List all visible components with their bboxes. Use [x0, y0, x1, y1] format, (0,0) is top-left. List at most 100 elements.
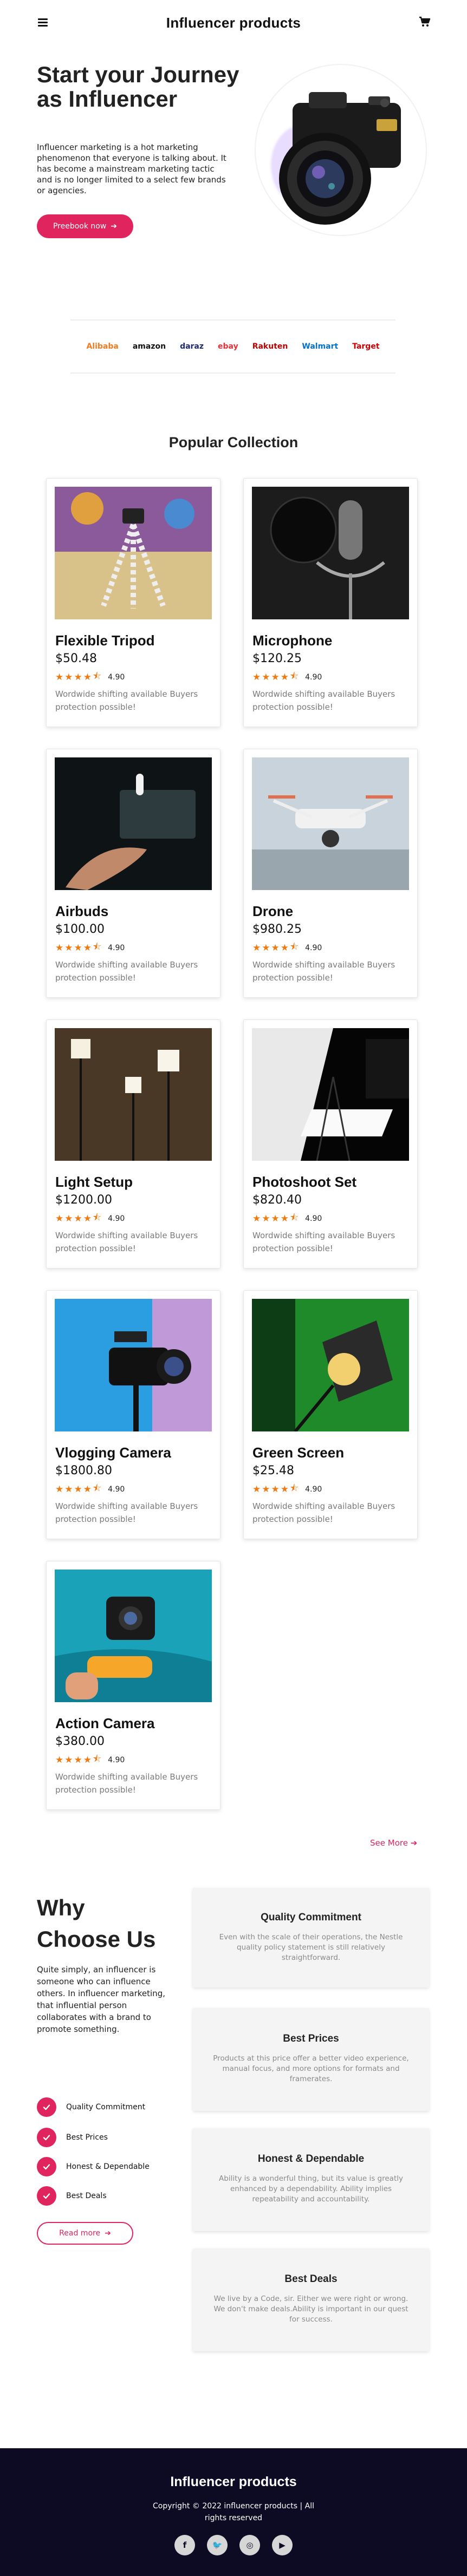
product-rating: ★ ★ ★ ★ ⯪ 4.90	[55, 1211, 125, 1226]
youtube-icon[interactable]: ▶	[272, 2535, 293, 2555]
check-item: Honest & Dependable	[37, 2157, 150, 2176]
instagram-icon[interactable]: ◎	[239, 2535, 260, 2555]
see-more-link[interactable]: See More ➔	[370, 1838, 417, 1848]
star-icon: ★	[64, 1483, 73, 1495]
cart-icon[interactable]	[418, 15, 431, 28]
footer: Influencer products Copyright © 2022 inf…	[0, 2448, 467, 2576]
product-image	[55, 487, 212, 619]
check-circle-icon	[37, 2157, 56, 2176]
menu-icon[interactable]	[38, 18, 48, 27]
star-icon: ★	[271, 1483, 280, 1495]
brand-logo-daraz[interactable]: daraz	[180, 342, 204, 351]
product-name: Microphone	[252, 632, 333, 649]
rating-value: 4.90	[305, 1485, 322, 1494]
product-description: Wordwide shifting available Buyers prote…	[252, 1501, 395, 1524]
star-icon: ★	[252, 1213, 261, 1224]
star-icon: ★	[55, 1754, 64, 1766]
read-more-button[interactable]: Read more ➔	[37, 2222, 133, 2245]
product-name: Drone	[252, 903, 294, 919]
half-star-icon: ⯪	[93, 1754, 102, 1764]
star-icon: ★	[252, 942, 261, 953]
feature-text: Ability is a wonderful thing, but its va…	[219, 2174, 403, 2204]
star-icon: ★	[83, 942, 92, 953]
arrow-right-icon: ➔	[105, 2229, 111, 2238]
star-icon: ★	[64, 1213, 73, 1224]
product-description: Wordwide shifting available Buyers prote…	[55, 1501, 198, 1524]
half-star-icon: ⯪	[93, 942, 102, 952]
product-price: $50.48	[55, 652, 97, 665]
star-icon: ★	[83, 1213, 92, 1224]
site-title[interactable]: Influencer products	[166, 15, 301, 31]
product-card[interactable]: Airbuds $100.00 ★ ★ ★ ★ ⯪ 4.90 Wordwide shifting…	[46, 749, 220, 998]
rating-value: 4.90	[108, 1214, 125, 1223]
product-description: Wordwide shifting available Buyers prote…	[55, 689, 198, 712]
product-price: $380.00	[55, 1735, 105, 1748]
product-card[interactable]: Vlogging Camera $1800.80 ★ ★ ★ ★ ⯪ 4.90 Wordwide…	[46, 1290, 220, 1539]
product-card[interactable]: Light Setup $1200.00 ★ ★ ★ ★ ⯪ 4.90 Wordwide shi…	[46, 1019, 220, 1269]
brand-logo-rakuten[interactable]: Rakuten	[252, 342, 288, 351]
star-icon: ★	[64, 942, 73, 953]
star-icon: ★	[83, 1483, 92, 1495]
product-card[interactable]: Drone $980.25 ★ ★ ★ ★ ⯪ 4.90 Wordwide shifting a…	[243, 749, 418, 998]
half-star-icon: ⯪	[290, 1483, 299, 1494]
product-card[interactable]: Flexible Tripod $50.48 ★ ★ ★ ★ ⯪ 4.90 Wordwide s…	[46, 478, 220, 727]
arrow-right-icon: ➔	[111, 222, 118, 231]
product-description: Wordwide shifting available Buyers prote…	[55, 1231, 198, 1253]
star-icon: ★	[252, 1483, 261, 1495]
star-icon: ★	[74, 1754, 82, 1766]
product-card[interactable]: Photoshoot Set $820.40 ★ ★ ★ ★ ⯪ 4.90 Wordwide s…	[243, 1019, 418, 1269]
product-image	[252, 1299, 409, 1431]
star-icon: ★	[64, 1754, 73, 1766]
product-image	[252, 757, 409, 890]
facebook-icon[interactable]: f	[174, 2535, 195, 2555]
star-icon: ★	[55, 1213, 64, 1224]
preebook-button-label: Preebook now	[53, 222, 107, 231]
check-label: Best Deals	[66, 2192, 107, 2200]
half-star-icon: ⯪	[290, 671, 299, 682]
check-label: Quality Commitment	[66, 2103, 146, 2111]
preebook-button[interactable]: Preebook now ➔	[37, 214, 133, 238]
star-icon: ★	[74, 942, 82, 953]
half-star-icon: ⯪	[93, 1483, 102, 1494]
feature-title: Best Deals	[284, 2273, 338, 2285]
product-image	[55, 757, 212, 890]
why-text: Quite simply, an influencer is someone w…	[37, 1965, 165, 2034]
feature-card: Best Prices Products at this price offer …	[193, 2008, 429, 2111]
brand-logo-ebay[interactable]: ebay	[218, 342, 238, 351]
brand-logo-walmart[interactable]: Walmart	[302, 342, 338, 351]
product-card[interactable]: Green Screen $25.48 ★ ★ ★ ★ ⯪ 4.90 Wordwide shif…	[243, 1290, 418, 1539]
star-icon: ★	[280, 1483, 289, 1495]
arrow-right-icon: ➔	[410, 1838, 418, 1848]
star-icon: ★	[83, 1754, 92, 1766]
product-price: $1800.80	[55, 1464, 112, 1477]
product-image	[55, 1299, 212, 1431]
check-item: Quality Commitment	[37, 2097, 145, 2117]
check-item: Best Deals	[37, 2186, 107, 2206]
product-rating: ★ ★ ★ ★ ⯪ 4.90	[55, 1481, 125, 1497]
product-image	[55, 1570, 212, 1702]
star-icon: ★	[74, 671, 82, 683]
brand-logo-amazon[interactable]: amazon	[133, 342, 166, 351]
brand-logo-target[interactable]: Target	[352, 342, 379, 351]
product-name: Green Screen	[252, 1444, 345, 1461]
twitter-icon[interactable]: 🐦	[207, 2535, 228, 2555]
product-card[interactable]: Microphone $120.25 ★ ★ ★ ★ ⯪ 4.90 Wordwide shift…	[243, 478, 418, 727]
rating-value: 4.90	[108, 672, 125, 682]
star-icon: ★	[74, 1483, 82, 1495]
brand-logo-alibaba[interactable]: Alibaba	[86, 342, 118, 351]
half-star-icon: ⯪	[93, 1212, 102, 1223]
product-image	[55, 1028, 212, 1161]
hero-text: Influencer marketing is a hot marketing …	[37, 142, 226, 195]
star-icon: ★	[262, 1213, 270, 1224]
star-icon: ★	[55, 671, 64, 683]
product-card[interactable]: Action Camera $380.00 ★ ★ ★ ★ ⯪ 4.90 Wordwide sh…	[46, 1561, 220, 1810]
rating-value: 4.90	[108, 1755, 125, 1764]
product-rating: ★ ★ ★ ★ ⯪ 4.90	[252, 1481, 322, 1497]
see-more-label: See More	[370, 1838, 408, 1848]
top-bar: Influencer products	[0, 0, 467, 45]
rating-value: 4.90	[305, 943, 322, 952]
product-name: Flexible Tripod	[55, 632, 155, 649]
product-description: Wordwide shifting available Buyers prote…	[55, 1772, 198, 1795]
product-image	[252, 487, 409, 619]
product-rating: ★ ★ ★ ★ ⯪ 4.90	[252, 669, 322, 685]
